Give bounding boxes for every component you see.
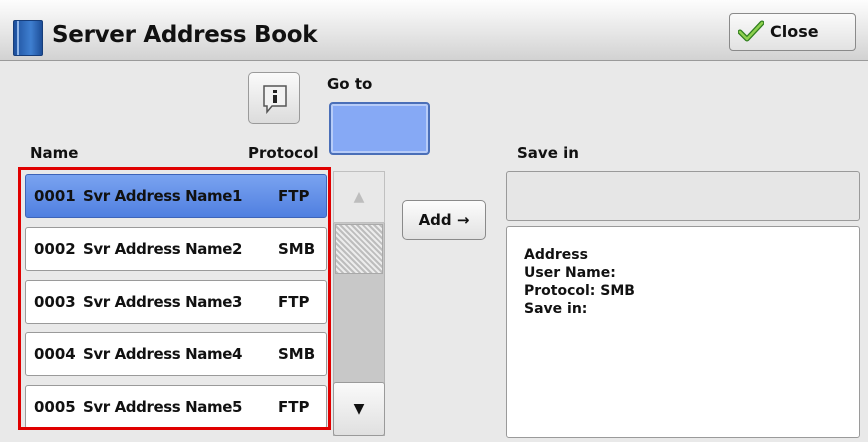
- address-book-icon: [13, 20, 43, 56]
- details-user-name: User Name:: [524, 265, 616, 281]
- close-button[interactable]: Close: [729, 13, 856, 51]
- scroll-down-button[interactable]: ▼: [333, 382, 385, 436]
- save-in-header: Save in: [517, 144, 579, 162]
- info-icon: [263, 85, 287, 114]
- details-panel: Address User Name: Protocol: SMB Save in…: [506, 226, 860, 438]
- checkmark-icon: [738, 20, 764, 42]
- details-protocol: Protocol: SMB: [524, 283, 635, 299]
- scrollbar-thumb[interactable]: [335, 224, 383, 274]
- list-highlight-frame: [18, 167, 331, 430]
- title-bar: Server Address Book Close: [0, 0, 868, 61]
- info-button[interactable]: [248, 72, 300, 124]
- close-label: Close: [770, 22, 819, 41]
- protocol-column-header: Protocol: [248, 144, 319, 162]
- goto-label: Go to: [327, 75, 373, 93]
- scroll-up-button[interactable]: ▲: [333, 171, 385, 223]
- goto-input[interactable]: [329, 102, 430, 155]
- details-address: Address: [524, 247, 588, 263]
- details-save-in: Save in:: [524, 301, 588, 317]
- name-column-header: Name: [30, 144, 79, 162]
- add-button[interactable]: Add →: [402, 200, 486, 240]
- window-title: Server Address Book: [52, 22, 318, 48]
- save-in-field[interactable]: [506, 171, 860, 221]
